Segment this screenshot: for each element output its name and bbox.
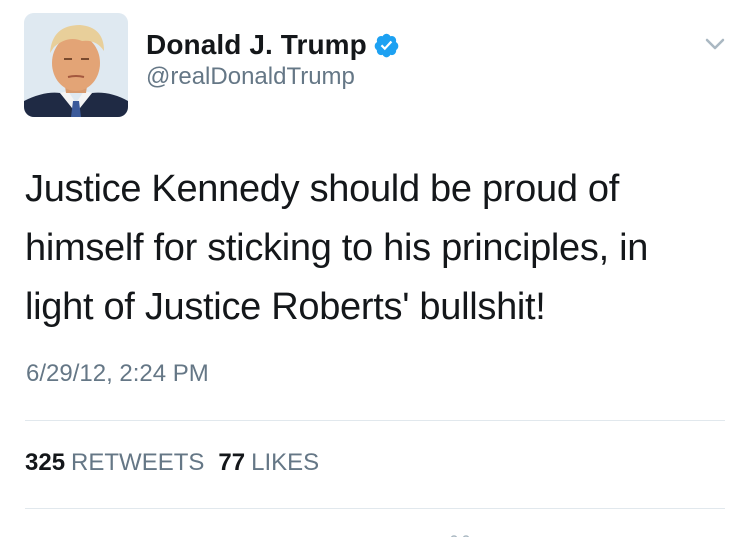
likes-stat[interactable]: 77 LIKES	[218, 449, 319, 477]
tweet-card: Donald J. Trump @realDonaldTrump Justice…	[0, 0, 749, 537]
author-block: Donald J. Trump @realDonaldTrump	[146, 27, 400, 91]
tweet-stats: 325 RETWEETS 77 LIKES	[25, 449, 333, 477]
likes-label: LIKES	[251, 449, 320, 476]
retweets-count: 325	[25, 449, 66, 476]
divider	[25, 420, 725, 421]
action-icon-partial	[448, 527, 472, 537]
display-name[interactable]: Donald J. Trump	[146, 29, 367, 61]
profile-photo-icon	[24, 13, 128, 117]
retweets-stat[interactable]: 325 RETWEETS	[25, 449, 204, 477]
divider	[25, 508, 725, 509]
likes-count: 77	[218, 449, 246, 476]
retweets-label: RETWEETS	[71, 449, 205, 476]
tweet-timestamp[interactable]: 6/29/12, 2:24 PM	[26, 360, 209, 388]
tweet-text: Justice Kennedy should be proud of himse…	[25, 168, 649, 328]
chevron-down-icon[interactable]	[700, 34, 730, 54]
avatar[interactable]	[24, 13, 128, 117]
name-row: Donald J. Trump	[146, 27, 400, 63]
verified-badge-icon	[373, 32, 400, 59]
username-handle[interactable]: @realDonaldTrump	[146, 63, 400, 91]
